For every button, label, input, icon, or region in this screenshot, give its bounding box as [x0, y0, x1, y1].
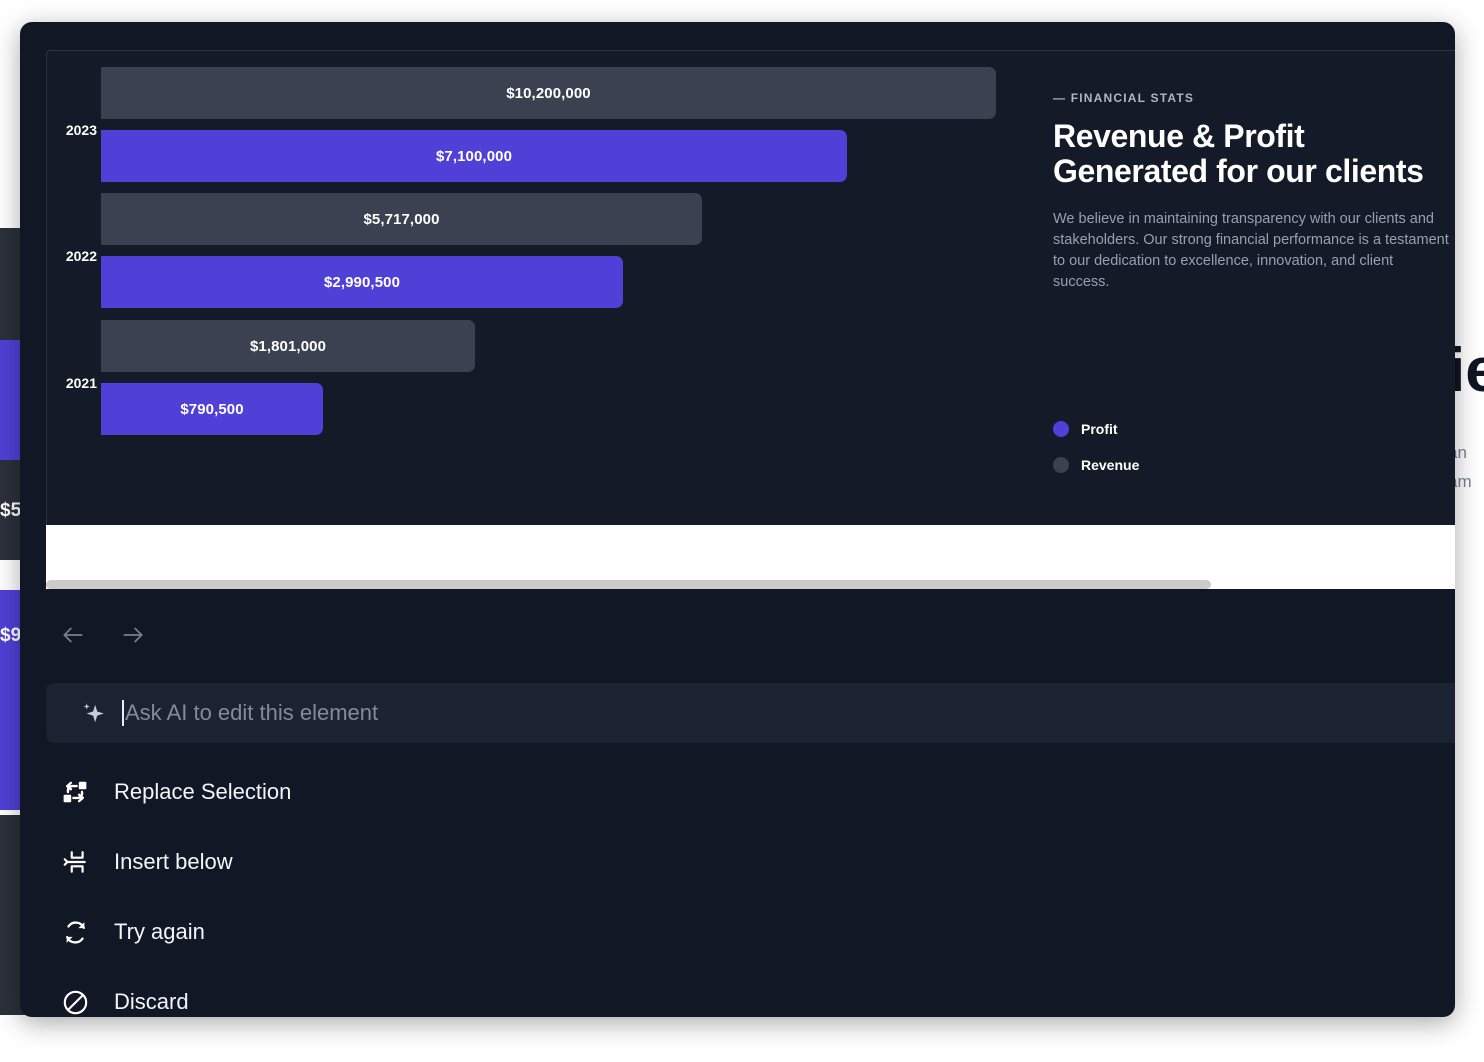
refresh-icon-glyph — [65, 920, 85, 944]
selected-element-preview[interactable]: 2023 $10,200,000 $7,100,000 2022 $5,717,… — [46, 50, 1455, 533]
menu-item-discard[interactable]: Discard — [46, 967, 646, 1017]
ai-action-menu: Replace Selection Insert below Try again… — [46, 757, 646, 1017]
refresh-icon — [58, 917, 92, 947]
bar-revenue-2022[interactable]: $5,717,000 — [101, 193, 702, 245]
menu-label-replace-selection: Replace Selection — [114, 779, 292, 804]
revenue-profit-chart: 2023 $10,200,000 $7,100,000 2022 $5,717,… — [47, 51, 1037, 532]
text-cursor — [122, 700, 124, 726]
legend-item-revenue[interactable]: Revenue — [1053, 447, 1139, 483]
menu-item-insert-below[interactable]: Insert below — [46, 827, 646, 897]
insert-below-icon — [58, 847, 92, 877]
bar-value-revenue-2021: $1,801,000 — [249, 337, 327, 355]
horizontal-scrollbar[interactable] — [46, 580, 1455, 589]
bar-value-profit-2023: $7,100,000 — [435, 147, 513, 165]
bar-revenue-2023[interactable]: $10,200,000 — [101, 67, 996, 119]
replace-icon — [58, 777, 92, 807]
bar-value-revenue-2022: $5,717,000 — [363, 210, 440, 228]
chart-group-2021: 2021 $1,801,000 $790,500 — [47, 320, 1037, 467]
chart-legend: Profit Revenue — [1053, 411, 1139, 483]
bar-profit-2023[interactable]: $7,100,000 — [101, 130, 847, 182]
chart-year-label-2021: 2021 — [65, 375, 97, 391]
chart-group-2022: 2022 $5,717,000 $2,990,500 — [47, 193, 1037, 340]
legend-label-revenue: Revenue — [1081, 457, 1140, 473]
chart-info-block: — FINANCIAL STATS Revenue & Profit Gener… — [1053, 91, 1453, 293]
discard-icon-glyph — [63, 990, 87, 1014]
menu-label-discard: Discard — [114, 989, 189, 1014]
legend-dot-profit-icon — [1053, 421, 1069, 437]
arrow-left-icon — [63, 627, 83, 643]
section-eyebrow: — FINANCIAL STATS — [1053, 91, 1195, 105]
discard-icon — [58, 987, 92, 1017]
back-button[interactable] — [56, 618, 90, 652]
menu-label-try-again: Try again — [114, 919, 205, 944]
menu-item-try-again[interactable]: Try again — [46, 897, 646, 967]
ask-ai-placeholder[interactable]: Ask AI to edit this element — [125, 700, 378, 726]
bar-revenue-2021[interactable]: $1,801,000 — [101, 320, 475, 372]
legend-item-profit[interactable]: Profit — [1053, 411, 1139, 447]
legend-dot-revenue-icon — [1053, 457, 1069, 473]
forward-button[interactable] — [116, 618, 150, 652]
arrow-right-icon — [123, 627, 143, 643]
bar-value-profit-2022: $2,990,500 — [323, 273, 401, 291]
bar-value-profit-2021: $790,500 — [180, 400, 244, 418]
chart-group-2023: 2023 $10,200,000 $7,100,000 — [47, 67, 1037, 214]
sparkle-icon — [83, 703, 104, 723]
ask-ai-input-row[interactable]: Ask AI to edit this element — [46, 683, 1455, 743]
section-headline: Revenue & Profit Generated for our clien… — [1053, 118, 1424, 189]
chart-year-label-2022: 2022 — [65, 248, 97, 264]
menu-item-replace-selection[interactable]: Replace Selection — [46, 757, 646, 827]
replace-icon-glyph — [63, 781, 87, 803]
history-nav — [56, 618, 150, 652]
ai-edit-panel: 2023 $10,200,000 $7,100,000 2022 $5,717,… — [20, 22, 1455, 1017]
menu-label-insert-below: Insert below — [114, 849, 233, 874]
chart-year-label-2023: 2023 — [65, 122, 97, 138]
horizontal-scrollbar-thumb[interactable] — [46, 580, 1211, 589]
section-blurb: We believe in maintaining transparency w… — [1053, 211, 1449, 290]
bar-value-revenue-2023: $10,200,000 — [506, 84, 591, 102]
insert-below-icon-glyph — [63, 851, 86, 873]
bar-profit-2022[interactable]: $2,990,500 — [101, 256, 623, 308]
bar-profit-2021[interactable]: $790,500 — [101, 383, 323, 435]
page-content-strip — [46, 525, 1455, 580]
legend-label-profit: Profit — [1081, 421, 1118, 437]
screenshot-root: $5 $9 ie an am 2023 $10,200,000 $7,100,0… — [0, 0, 1484, 1062]
